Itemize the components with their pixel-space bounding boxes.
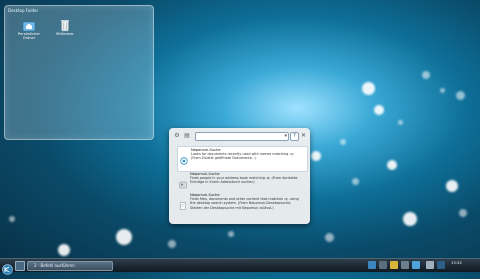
desktop-icon-label: Mülleimer	[56, 32, 74, 36]
search-box[interactable]: ▾	[195, 132, 289, 150]
contact-result-icon	[179, 174, 187, 189]
desktop-icon-label: Persönlicher Ordner	[17, 32, 40, 41]
kde-menu-icon[interactable]	[2, 260, 13, 275]
clock[interactable]: 13:52	[451, 260, 462, 265]
pager-icon[interactable]	[15, 261, 25, 271]
folder-view-widget[interactable]: Desktop Folder Persönlicher Ordner Mülle…	[4, 5, 154, 140]
chevron-down-icon[interactable]: ▾	[284, 133, 287, 140]
desktop-icon-trash[interactable]: Mülleimer	[50, 17, 80, 36]
battery-icon[interactable]	[437, 261, 445, 269]
result-item[interactable]: Nepomuk-Suche Looks for documents recent…	[177, 146, 308, 172]
clipboard-icon[interactable]	[401, 261, 409, 269]
configure-icon[interactable]: ⚙	[173, 132, 181, 140]
network-icon[interactable]	[368, 261, 376, 269]
activity-icon[interactable]: ▤	[183, 132, 191, 140]
home-folder-icon	[22, 17, 36, 32]
folder-view-title: Desktop Folder	[8, 8, 39, 13]
result-description: Finds people in your address book matchi…	[190, 176, 299, 185]
volume-icon[interactable]	[426, 261, 434, 269]
taskbar-task-button[interactable]: 2 - Befehl ausführen	[27, 261, 113, 271]
device-notifier-icon[interactable]	[379, 261, 387, 269]
task-label: 2 - Befehl ausführen	[34, 263, 75, 268]
search-result-icon	[180, 150, 188, 165]
result-description: Looks for documents recently used with n…	[191, 152, 294, 161]
krunner-dialog: ⚙ ▤ ▾ ? ✕ Nepomuk-Suche Looks for docume…	[169, 128, 310, 224]
taskbar: 2 - Befehl ausführen 13:52	[0, 258, 480, 275]
help-button[interactable]: ?	[290, 132, 299, 141]
trash-icon	[58, 17, 72, 32]
folder-icon[interactable]	[390, 261, 398, 269]
document-result-icon	[179, 195, 187, 210]
desktop-icon-home[interactable]: Persönlicher Ordner	[14, 17, 44, 41]
update-icon[interactable]	[412, 261, 420, 269]
result-item[interactable]: Nepomuk-Suche Finds files, documents and…	[177, 192, 306, 220]
close-button[interactable]: ✕	[300, 132, 307, 139]
result-description: Finds files, documents and other content…	[190, 197, 299, 210]
